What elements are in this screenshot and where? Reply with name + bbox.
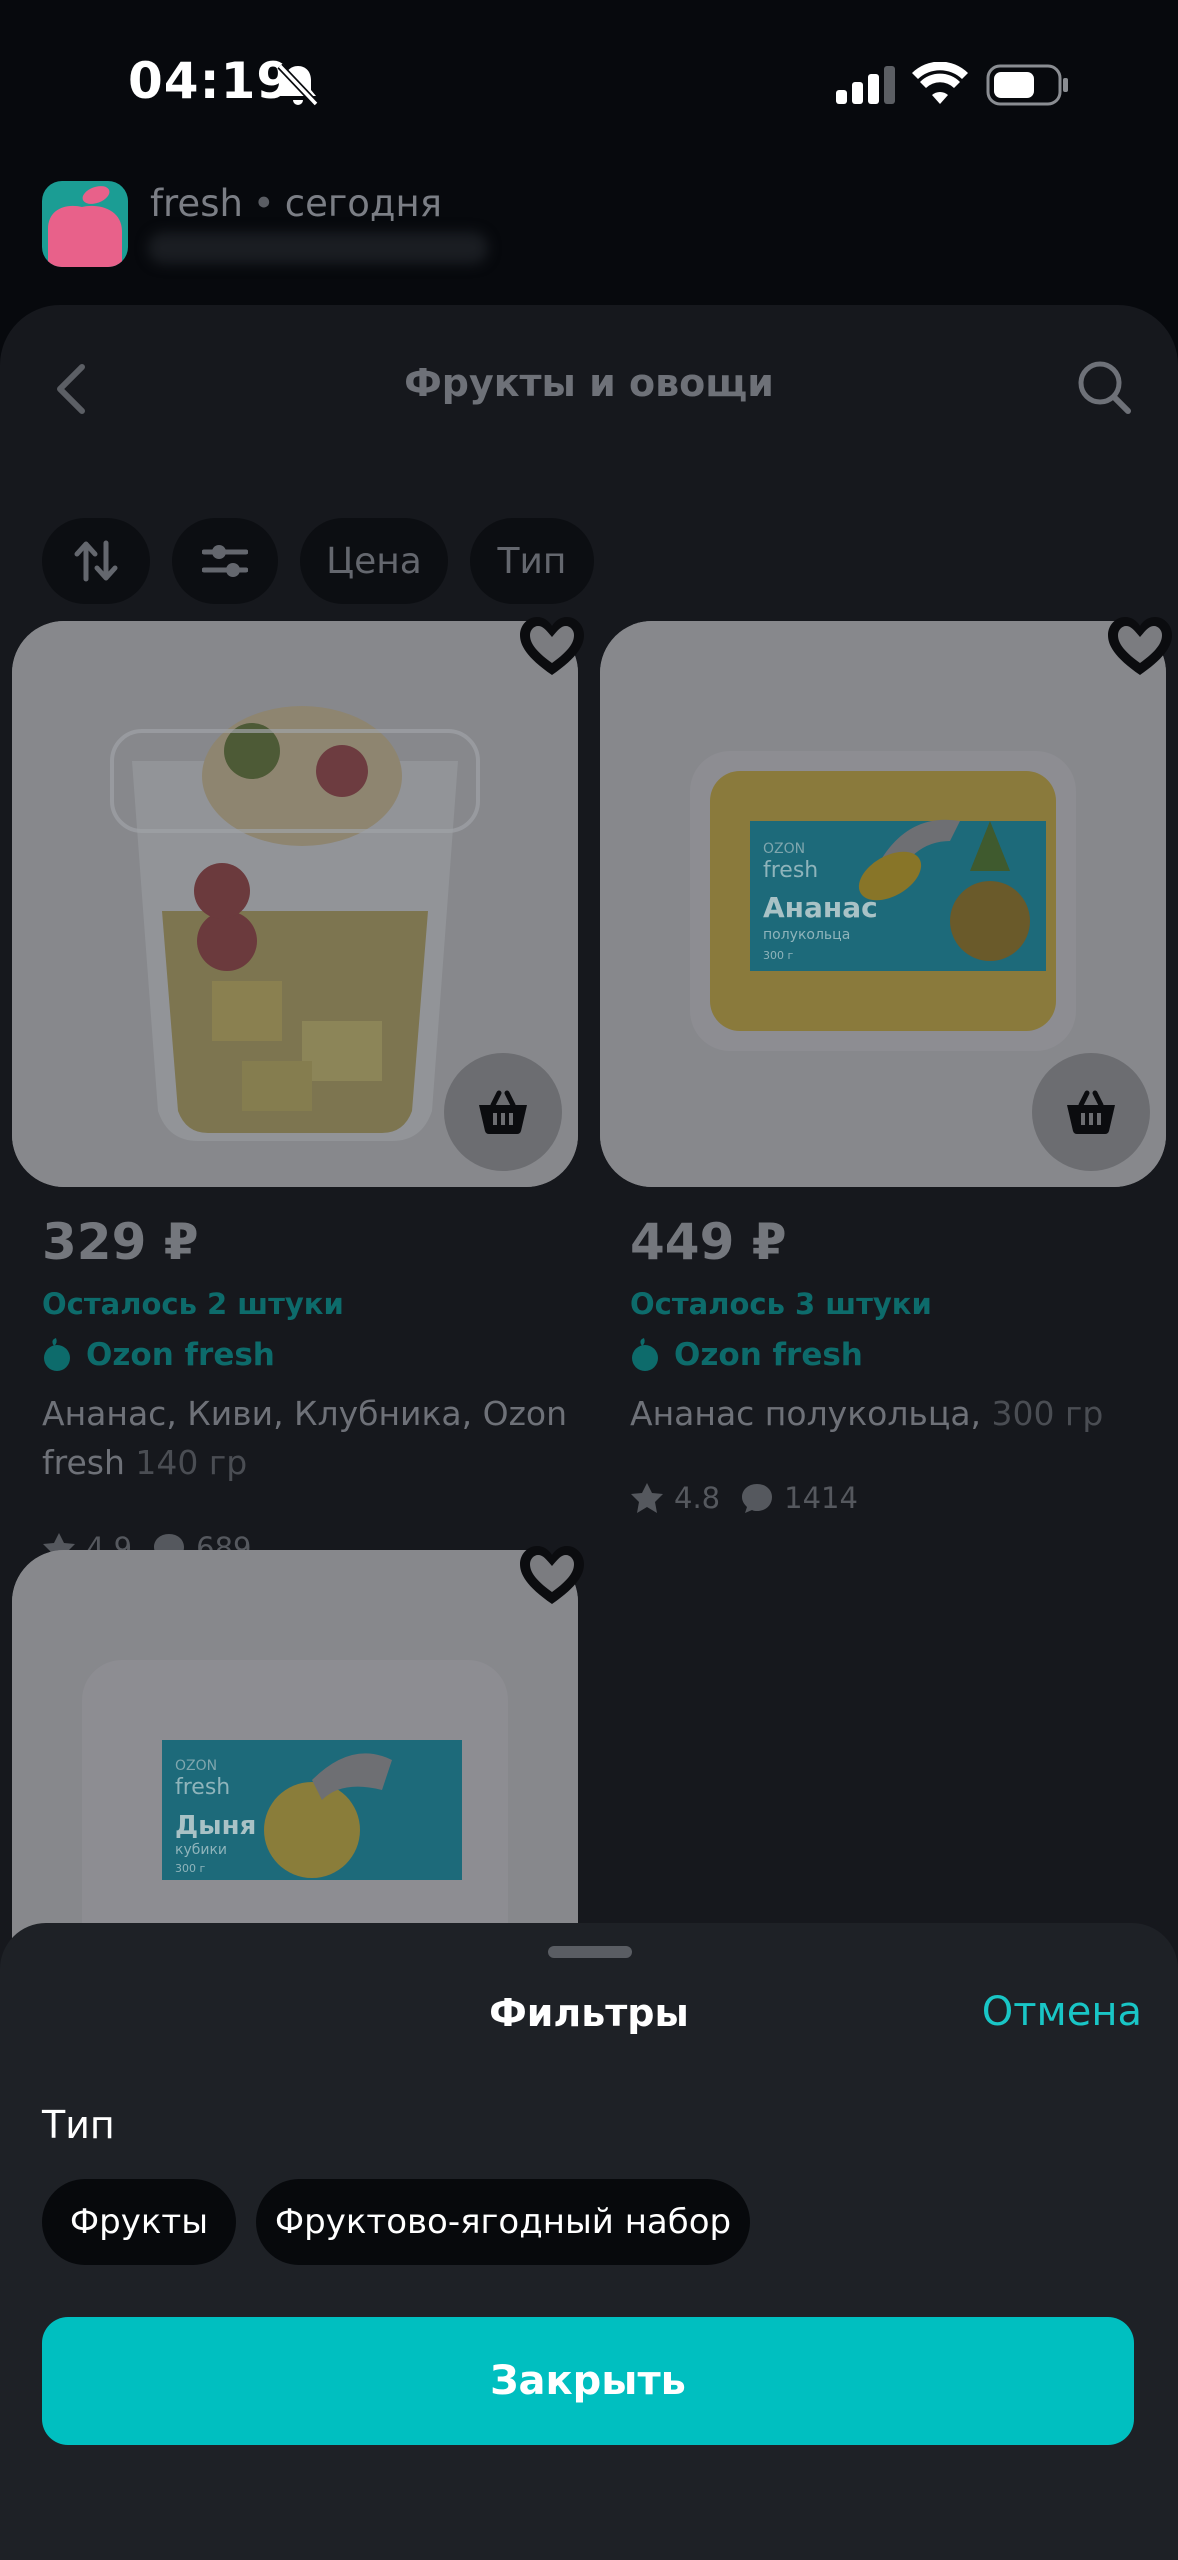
search-icon[interactable]: [1074, 357, 1134, 417]
notification-title: fresh • сегодня: [150, 182, 442, 225]
product-name: Ананас полукольца, 300 гр: [630, 1389, 1160, 1438]
filter-option-fruits[interactable]: Фрукты: [42, 2179, 236, 2265]
sliders-icon: [202, 545, 248, 577]
status-time: 04:19: [128, 52, 293, 110]
seller-brand-name: Ozon fresh: [86, 1337, 275, 1373]
review-count: 1414: [784, 1481, 858, 1515]
product-title: Ананас полукольца,: [630, 1394, 982, 1433]
notification-body-blurred: [148, 232, 488, 264]
app-icon: [42, 181, 128, 267]
product-name: Ананас, Киви, Клубника, Ozon fresh 140 г…: [42, 1389, 572, 1487]
product-price: 329 ₽: [42, 1213, 199, 1271]
ozon-fresh-logo-icon: [632, 1338, 658, 1371]
bell-muted-icon: [277, 63, 319, 107]
seller-brand: Ozon fresh: [42, 1337, 275, 1373]
product-price: 449 ₽: [630, 1213, 787, 1271]
pack-line: fresh: [763, 858, 818, 883]
filter-section-label: Тип: [42, 2103, 115, 2147]
pack-subtitle: кубики: [175, 1842, 227, 1858]
close-button[interactable]: Закрыть: [42, 2317, 1134, 2445]
seller-brand: Ozon fresh: [630, 1337, 863, 1373]
notification-time: сегодня: [284, 182, 442, 225]
pack-brand: OZON: [175, 1758, 217, 1774]
rating-row: 4.8 1414: [630, 1481, 866, 1515]
pack-brand: OZON: [763, 841, 805, 857]
battery-icon: [986, 64, 1068, 106]
cancel-button[interactable]: Отмена: [982, 1989, 1142, 2035]
product-title: Ананас, Киви, Клубника, Ozon fresh: [42, 1394, 568, 1482]
stock-left: Осталось 3 штуки: [630, 1287, 932, 1321]
pack-subtitle: полукольца: [763, 927, 850, 943]
product-weight: 300 гр: [991, 1394, 1104, 1433]
favorite-heart-icon[interactable]: [1104, 613, 1176, 681]
product-weight: 140 гр: [135, 1443, 248, 1482]
comment-bubble-icon: [742, 1484, 773, 1513]
product-card[interactable]: OZON fresh Ананас полукольца 300 г 449 ₽…: [600, 617, 1172, 1515]
stock-left: Осталось 2 штуки: [42, 1287, 344, 1321]
pack-weight: 300 г: [763, 949, 793, 962]
pack-line: fresh: [175, 1775, 230, 1800]
type-filter-chip[interactable]: Тип: [470, 518, 594, 604]
basket-icon: [1067, 1090, 1115, 1134]
favorite-heart-icon[interactable]: [516, 1542, 588, 1610]
add-to-cart-button[interactable]: [1032, 1053, 1150, 1171]
sheet-drag-handle[interactable]: [548, 1946, 632, 1958]
filter-bottom-sheet: Фильтры Отмена Тип Фрукты Фруктово-ягодн…: [0, 1923, 1178, 2560]
separator-dot: •: [252, 182, 275, 225]
screen: 04:19 fresh • сегодня Фрукты и овощи Цен…: [0, 0, 1178, 2560]
pack-weight: 300 г: [175, 1862, 205, 1875]
product-image: OZON fresh Ананас полукольца 300 г: [600, 621, 1166, 1187]
filter-settings-button[interactable]: [172, 518, 278, 604]
page-title: Фрукты и овощи: [404, 361, 774, 405]
add-to-cart-button[interactable]: [444, 1053, 562, 1171]
ozon-fresh-logo-icon: [44, 1338, 70, 1371]
basket-icon: [479, 1090, 527, 1134]
star-icon: [631, 1483, 663, 1513]
favorite-heart-icon[interactable]: [516, 613, 588, 681]
product-image: [12, 621, 578, 1187]
filter-option-fruit-berry-set[interactable]: Фруктово-ягодный набор: [256, 2179, 750, 2265]
wifi-icon: [912, 62, 968, 104]
pack-title: Ананас: [763, 891, 878, 924]
cellular-signal-icon: [836, 66, 895, 104]
pack-title: Дыня: [175, 1811, 256, 1841]
seller-brand-name: Ozon fresh: [674, 1337, 863, 1373]
notification-app-name: fresh: [150, 182, 243, 225]
sort-arrows-icon: [74, 540, 118, 582]
sort-button[interactable]: [42, 518, 150, 604]
rating-value: 4.8: [674, 1481, 721, 1515]
product-card[interactable]: 329 ₽ Осталось 2 штуки Ozon fresh Ананас…: [12, 617, 584, 1565]
price-filter-chip[interactable]: Цена: [300, 518, 448, 604]
